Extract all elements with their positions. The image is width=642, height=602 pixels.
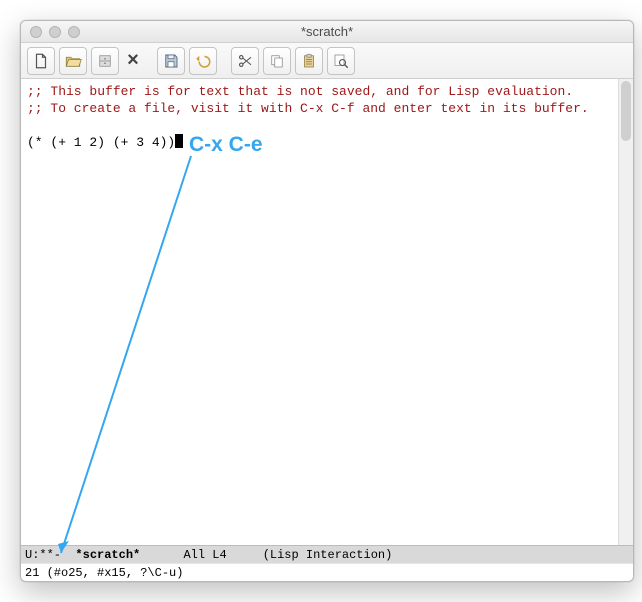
folder-open-icon [64,52,82,70]
floppy-icon [162,52,180,70]
undo-button[interactable] [189,47,217,75]
copy-button[interactable] [263,47,291,75]
comment-line: ;; This buffer is for text that is not s… [27,84,573,99]
search-icon [332,52,350,70]
modeline-modified: **- [39,548,61,562]
text-cursor [175,134,183,148]
minimize-dot[interactable] [49,26,61,38]
traffic-lights [21,26,80,38]
cut-button[interactable] [231,47,259,75]
undo-icon [194,52,212,70]
editor-area: ;; This buffer is for text that is not s… [21,79,633,545]
vertical-scrollbar[interactable] [618,79,633,545]
minibuffer-text: 21 (#o25, #x15, ?\C-u) [25,566,183,580]
search-button[interactable] [327,47,355,75]
comment-line: ;; To create a file, visit it with C-x C… [27,101,589,116]
zoom-dot[interactable] [68,26,80,38]
text-editor[interactable]: ;; This buffer is for text that is not s… [21,79,618,545]
new-file-icon [32,52,50,70]
copy-icon [268,52,286,70]
modeline-line: L4 [212,548,226,562]
scrollbar-thumb[interactable] [621,81,631,141]
clipboard-icon [300,52,318,70]
emacs-window: *scratch* × ;; [20,20,634,582]
kill-buffer-button[interactable]: × [123,47,143,75]
open-file-button[interactable] [59,47,87,75]
paste-button[interactable] [295,47,323,75]
new-file-button[interactable] [27,47,55,75]
titlebar: *scratch* [21,21,633,43]
drawer-icon [96,52,114,70]
save-button[interactable] [157,47,185,75]
modeline[interactable]: U:**- *scratch* All L4 (Lisp Interaction… [21,545,633,563]
toolbar: × [21,43,633,79]
minibuffer[interactable]: 21 (#o25, #x15, ?\C-u) [21,563,633,581]
scissors-icon [236,52,254,70]
modeline-buffer: *scratch* [75,548,140,562]
window-title: *scratch* [21,24,633,39]
close-dot[interactable] [30,26,42,38]
modeline-position: All [183,548,205,562]
modeline-coding: U: [25,548,39,562]
dired-button[interactable] [91,47,119,75]
modeline-mode: (Lisp Interaction) [263,548,393,562]
code-line: (* (+ 1 2) (+ 3 4)) [27,135,175,150]
